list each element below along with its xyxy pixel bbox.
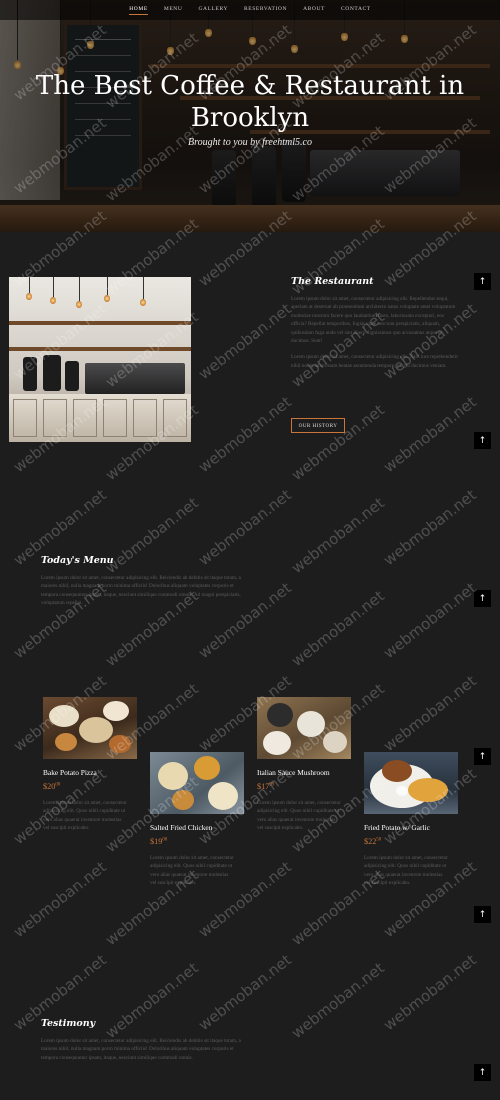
restaurant-heading: The Restaurant <box>291 276 374 287</box>
watermark-text: webmoban.net <box>380 578 480 663</box>
menu-item[interactable]: Italian Sauce Mushroom $1799 Lorem ipsum… <box>257 697 351 833</box>
watermark-text: webmoban.net <box>380 950 480 1035</box>
restaurant-paragraph-1: Lorem ipsum dolor sit amet, consectetur … <box>291 296 456 345</box>
main-nav: HOME MENU GALLERY RESERVATION ABOUT CONT… <box>0 0 500 20</box>
menu-item-description: Lorem ipsum dolor sit amet, consectetur … <box>364 855 448 887</box>
watermark-text: webmoban.net <box>380 485 480 570</box>
menu-item[interactable]: Salted Fried Chicken $1900 Lorem ipsum d… <box>150 752 244 888</box>
hero-text: The Best Coffee & Restaurant in Brooklyn… <box>0 70 500 148</box>
watermark-text: webmoban.net <box>10 857 110 942</box>
our-history-button[interactable]: OUR HISTORY <box>291 418 345 433</box>
menu-item-description: Lorem ipsum dolor sit amet, consectetur … <box>150 855 234 887</box>
watermark-text: webmoban.net <box>288 586 388 671</box>
hero-title: The Best Coffee & Restaurant in Brooklyn <box>35 71 465 133</box>
menu-header: Today's Menu Lorem ipsum dolor sit amet,… <box>41 555 251 608</box>
menu-item-name: Bake Potato Pizza <box>43 768 97 777</box>
nav-home[interactable]: HOME <box>129 6 148 15</box>
watermark-text: webmoban.net <box>380 392 480 477</box>
menu-intro: Lorem ipsum dolor sit amet, consectetur … <box>41 575 241 607</box>
menu-item-price: $2250 <box>364 837 382 846</box>
menu-item-name: Salted Fried Chicken <box>150 823 213 832</box>
watermark-text: webmoban.net <box>195 392 295 477</box>
watermark-text: webmoban.net <box>380 671 480 756</box>
back-to-top-button[interactable]: ↑ <box>474 273 491 290</box>
back-to-top-button[interactable]: ↑ <box>474 906 491 923</box>
menu-item-description: Lorem ipsum dolor sit amet, consectetur … <box>257 800 341 832</box>
nav-gallery[interactable]: GALLERY <box>198 6 228 14</box>
nav-menu[interactable]: MENU <box>164 6 183 14</box>
menu-item-image <box>43 697 137 759</box>
menu-item-image <box>257 697 351 759</box>
testimony-text: Lorem ipsum dolor sit amet, consectetur … <box>41 1038 241 1061</box>
restaurant-text: The Restaurant Lorem ipsum dolor sit ame… <box>291 276 461 370</box>
back-to-top-button[interactable]: ↑ <box>474 748 491 765</box>
hero-subtitle: Brought to you by freehtml5.co <box>188 137 312 148</box>
watermark-text: webmoban.net <box>195 299 295 384</box>
menu-item-price: $1799 <box>257 782 275 791</box>
menu-item-price: $2000 <box>43 782 61 791</box>
menu-heading: Today's Menu <box>41 555 114 566</box>
menu-item-price: $1900 <box>150 837 168 846</box>
restaurant-paragraph-2: Lorem ipsum dolor sit amet, consectetur … <box>291 354 458 369</box>
watermark-text: webmoban.net <box>288 400 388 485</box>
menu-item[interactable]: Fried Potato w/ Garlic $2250 Lorem ipsum… <box>364 752 458 888</box>
menu-item-image <box>364 752 458 814</box>
restaurant-image <box>9 277 191 442</box>
menu-item-description: Lorem ipsum dolor sit amet, consectetur … <box>43 800 127 832</box>
menu-item-name: Fried Potato w/ Garlic <box>364 823 430 832</box>
menu-item-name: Italian Sauce Mushroom <box>257 768 330 777</box>
watermark-text: webmoban.net <box>288 493 388 578</box>
back-to-top-button[interactable]: ↑ <box>474 590 491 607</box>
testimony-section: Testimony Lorem ipsum dolor sit amet, co… <box>41 1018 251 1062</box>
testimony-heading: Testimony <box>41 1018 96 1029</box>
menu-item-image <box>150 752 244 814</box>
back-to-top-button[interactable]: ↑ <box>474 432 491 449</box>
menu-item[interactable]: Bake Potato Pizza $2000 Lorem ipsum dolo… <box>43 697 137 833</box>
nav-contact[interactable]: CONTACT <box>341 6 371 14</box>
watermark-text: webmoban.net <box>288 958 388 1043</box>
back-to-top-button[interactable]: ↑ <box>474 1064 491 1081</box>
nav-reservation[interactable]: RESERVATION <box>244 6 287 14</box>
nav-about[interactable]: ABOUT <box>303 6 325 14</box>
